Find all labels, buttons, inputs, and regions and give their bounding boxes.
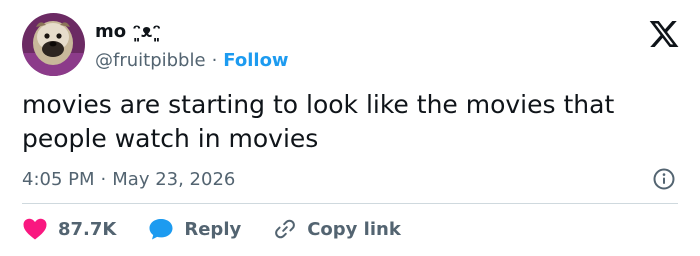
display-name[interactable]: mo ᵔ͈ᴥᵔ͈ <box>95 21 161 42</box>
x-logo-icon[interactable] <box>648 18 680 50</box>
avatar-image <box>22 13 85 76</box>
copy-link-button[interactable]: Copy link <box>273 217 401 241</box>
like-count: 87.7K <box>58 218 117 240</box>
heart-icon <box>23 218 47 240</box>
tweet-text: movies are starting to look like the mov… <box>22 90 615 153</box>
info-icon[interactable] <box>652 167 676 191</box>
tweet-time: 4:05 PM <box>22 168 95 190</box>
tweet-card: mo ᵔ͈ᴥᵔ͈ @fruitpibble · Follow movies ar… <box>0 0 700 256</box>
follow-button[interactable]: Follow <box>223 50 288 71</box>
author-handle-row: @fruitpibble · Follow <box>95 48 289 72</box>
author-name-row: mo ᵔ͈ᴥᵔ͈ <box>95 18 161 44</box>
reply-label: Reply <box>184 218 242 240</box>
reply-button[interactable]: Reply <box>148 217 241 241</box>
divider <box>22 203 678 204</box>
link-icon <box>275 219 296 239</box>
separator-dot: · <box>211 49 218 71</box>
speech-bubble-icon <box>149 219 173 240</box>
tweet-timestamp[interactable]: 4:05 PM · May 23, 2026 <box>22 166 235 192</box>
separator-dot: · <box>100 168 107 190</box>
tweet-date: May 23, 2026 <box>112 168 236 190</box>
user-handle[interactable]: @fruitpibble <box>95 50 206 71</box>
like-button[interactable]: 87.7K <box>22 217 116 241</box>
copy-link-label: Copy link <box>307 218 401 240</box>
avatar[interactable] <box>22 13 85 76</box>
action-bar: 87.7K Reply Copy link <box>22 214 433 244</box>
